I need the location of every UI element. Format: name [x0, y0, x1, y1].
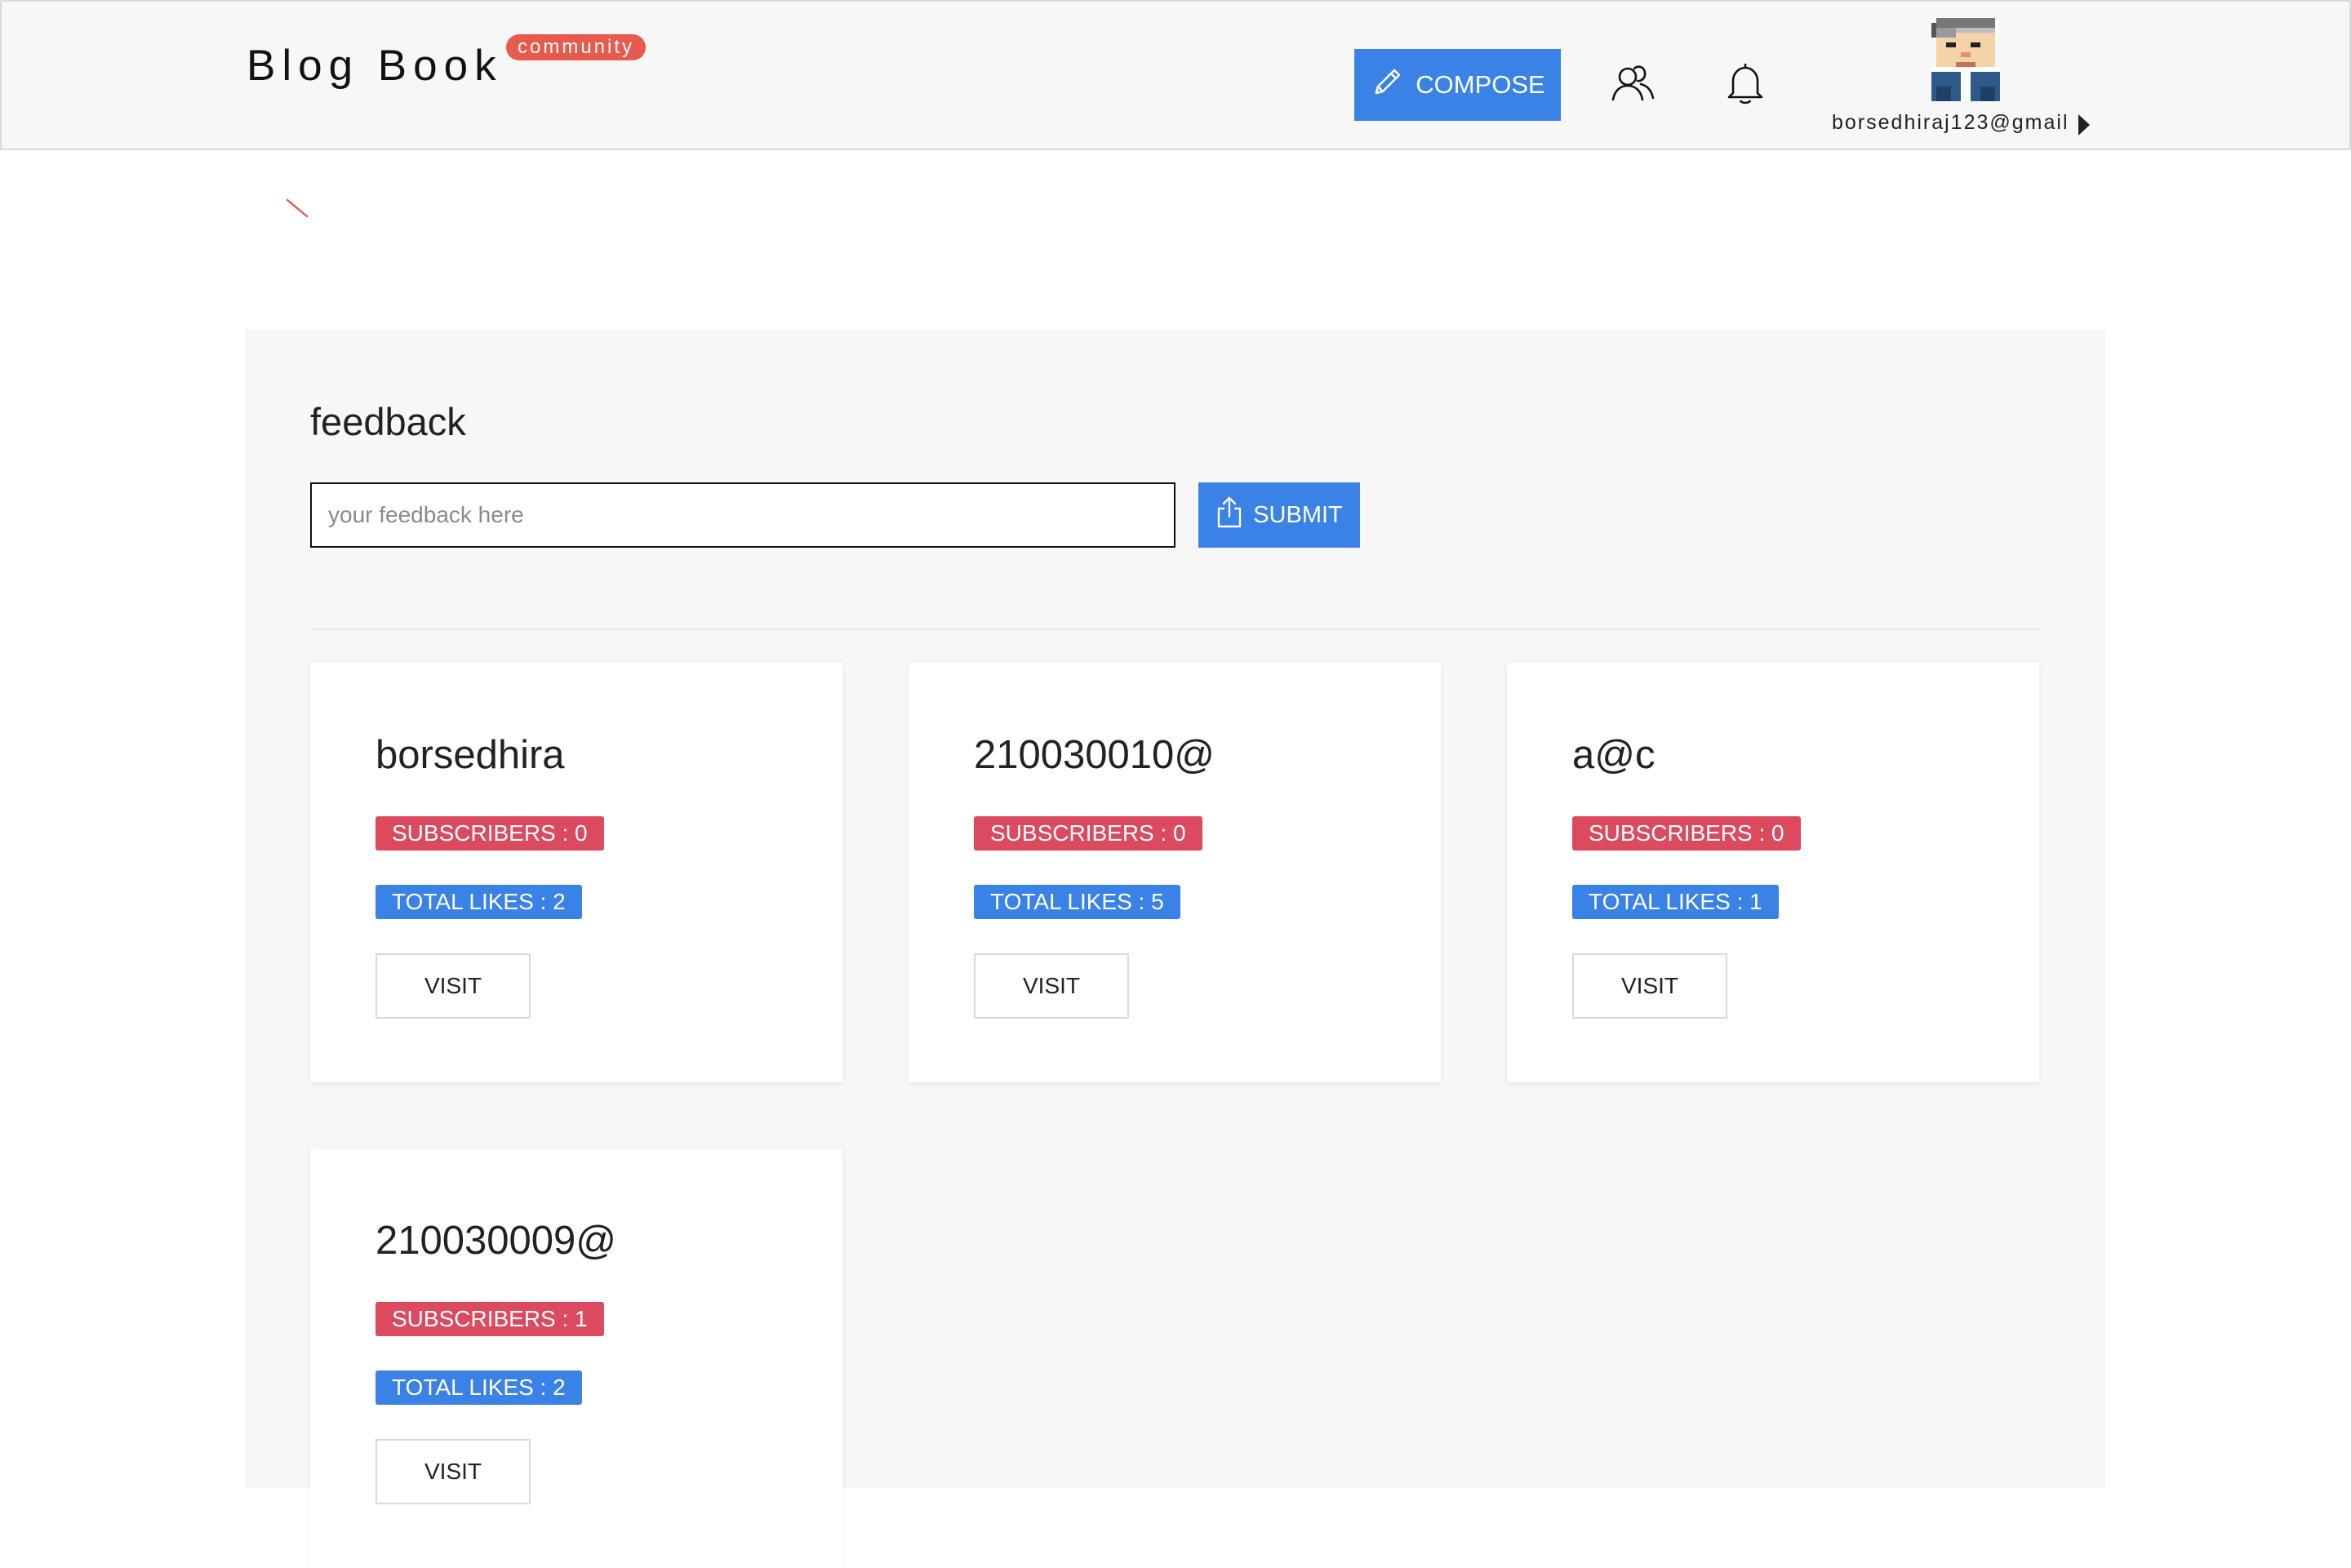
users-icon[interactable] [1608, 59, 1657, 108]
user-card: 210030009@ SUBSCRIBERS : 1 TOTAL LIKES :… [310, 1148, 842, 1568]
visit-button[interactable]: VISIT [1572, 953, 1727, 1019]
user-card: borsedhira SUBSCRIBERS : 0 TOTAL LIKES :… [310, 663, 842, 1082]
visit-button[interactable]: VISIT [376, 953, 531, 1019]
subscribers-badge: SUBSCRIBERS : 1 [376, 1302, 604, 1336]
total-likes-badge: TOTAL LIKES : 2 [376, 885, 582, 919]
top-navbar: Blog Book community COMPOSE borsedhiraj1… [0, 0, 2351, 150]
compose-button[interactable]: COMPOSE [1354, 49, 1561, 121]
bell-icon[interactable] [1721, 59, 1770, 108]
total-likes-badge: TOTAL LIKES : 2 [376, 1370, 582, 1405]
submit-label: SUBMIT [1253, 501, 1343, 528]
subscribers-badge: SUBSCRIBERS : 0 [1572, 816, 1801, 851]
section-divider [310, 629, 2041, 630]
card-username: a@c [1572, 733, 1655, 777]
user-card: 210030010@ SUBSCRIBERS : 0 TOTAL LIKES :… [909, 663, 1441, 1082]
card-username: borsedhira [376, 733, 565, 777]
visit-button[interactable]: VISIT [974, 953, 1129, 1019]
pencil-icon [1370, 64, 1406, 106]
user-email[interactable]: borsedhiraj123@gmail [1832, 111, 2069, 135]
share-upload-icon [1215, 495, 1243, 535]
visit-button[interactable]: VISIT [376, 1439, 531, 1504]
subscribers-badge: SUBSCRIBERS : 0 [376, 816, 604, 851]
submit-button[interactable]: SUBMIT [1198, 482, 1360, 548]
brand-logo[interactable]: Blog Book [247, 41, 503, 91]
avatar[interactable] [1931, 18, 2000, 101]
card-username: 210030009@ [376, 1219, 617, 1263]
caret-right-icon[interactable] [2075, 113, 2093, 137]
card-username: 210030010@ [974, 733, 1215, 777]
subscribers-badge: SUBSCRIBERS : 0 [974, 816, 1202, 851]
compose-label: COMPOSE [1415, 70, 1545, 99]
community-badge: community [506, 34, 647, 60]
total-likes-badge: TOTAL LIKES : 1 [1572, 885, 1779, 919]
total-likes-badge: TOTAL LIKES : 5 [974, 885, 1180, 919]
loading-indicator [286, 198, 309, 218]
user-card: a@c SUBSCRIBERS : 0 TOTAL LIKES : 1 VISI… [1507, 663, 2039, 1082]
feedback-title: feedback [310, 400, 466, 443]
content-panel: feedback SUBMIT borsedhira SUBSCRIBERS :… [245, 329, 2106, 1568]
feedback-input[interactable] [310, 482, 1176, 548]
